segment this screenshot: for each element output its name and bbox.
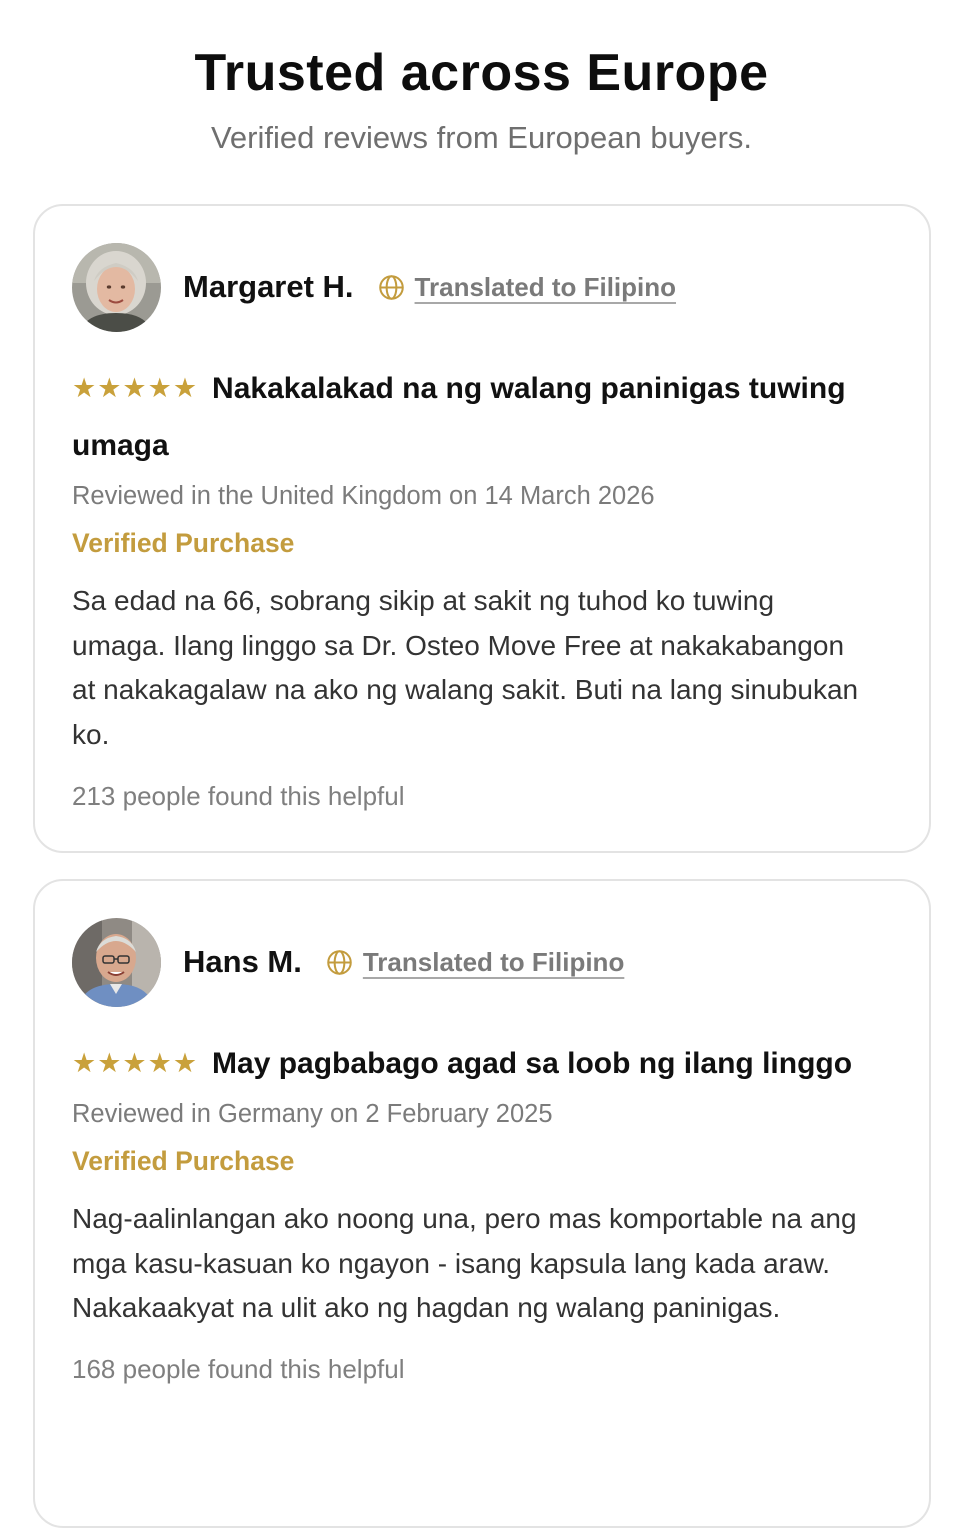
reviewer-row: Margaret H. Translated to Filipino (72, 242, 891, 332)
reviewer-avatar (72, 917, 161, 1007)
reviewer-row: Hans M. Translated to Filipino (72, 917, 891, 1007)
globe-icon (327, 949, 352, 975)
review-card: Margaret H. Translated to Filipino ★★★★★… (33, 204, 931, 853)
reviewer-name: Hans M. (183, 944, 302, 979)
section-title: Trusted across Europe (194, 44, 769, 102)
review-heading: ★★★★★ May pagbabago agad sa loob ng ilang… (72, 1035, 891, 1092)
globe-icon (378, 274, 404, 300)
section-subtitle: Verified reviews from European buyers. (210, 120, 753, 155)
reviewer-avatar (72, 242, 161, 332)
review-heading: ★★★★★ Nakakalakad na ng walang paninigas … (72, 360, 891, 474)
translated-label[interactable]: Translated to Filipino (415, 272, 676, 303)
star-rating-icon: ★★★★★ (72, 373, 199, 403)
review-body: Nag-aalinlangan ako noong una, pero mas … (72, 1203, 857, 1324)
review-meta: Reviewed in the United Kingdom on 14 Mar… (72, 482, 655, 510)
translated-label[interactable]: Translated to Filipino (363, 947, 624, 978)
helpful-count: 213 people found this helpful (72, 780, 405, 811)
translated-link[interactable]: Translated to Filipino (378, 272, 676, 303)
verified-badge: Verified Purchase (72, 1146, 295, 1176)
star-rating-icon: ★★★★★ (72, 1048, 199, 1078)
review-card: Hans M. Translated to Filipino ★★★★★ May … (33, 879, 931, 1528)
reviewer-name: Margaret H. (183, 269, 354, 304)
review-title: May pagbabago agad sa loob ng ilang ling… (212, 1047, 853, 1080)
helpful-count: 168 people found this helpful (72, 1354, 405, 1385)
section-header: Trusted across Europe Verified reviews f… (0, 0, 963, 158)
review-body: Sa edad na 66, sobrang sikip at sakit ng… (72, 585, 859, 751)
review-meta: Reviewed in Germany on 2 February 2025 (72, 1100, 553, 1128)
reviews-page: Trusted across Europe Verified reviews f… (0, 0, 963, 1536)
translated-link[interactable]: Translated to Filipino (326, 947, 624, 978)
verified-badge: Verified Purchase (72, 528, 295, 558)
